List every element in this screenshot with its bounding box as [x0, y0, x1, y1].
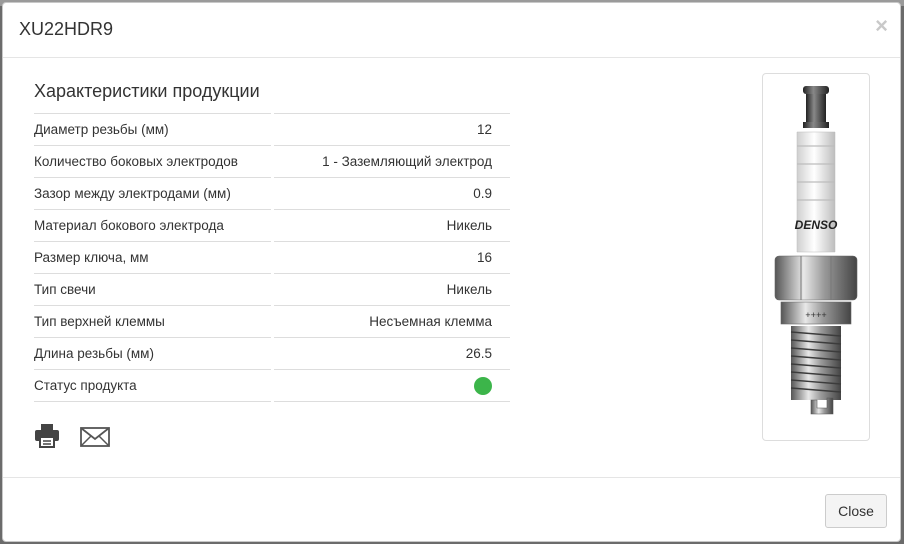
svg-text:DENSO: DENSO	[795, 218, 838, 232]
table-row: Тип свечи Никель	[34, 273, 510, 306]
modal-header: XU22HDR9 ×	[3, 3, 900, 58]
table-row: Диаметр резьбы (мм) 12	[34, 113, 510, 146]
spark-plug-image: DENSO ++++	[774, 86, 858, 415]
spec-label: Размер ключа, мм	[34, 241, 273, 274]
product-modal: XU22HDR9 × Характеристики продукции Диам…	[2, 2, 901, 542]
spec-label: Зазор между электродами (мм)	[34, 177, 273, 210]
status-indicator	[474, 376, 492, 395]
close-button[interactable]: Close	[825, 494, 887, 528]
table-row: Статус продукта	[34, 369, 510, 402]
specs-table: Диаметр резьбы (мм) 12 Количество боковы…	[34, 113, 510, 402]
section-title: Характеристики продукции	[34, 81, 260, 101]
spec-label: Длина резьбы (мм)	[34, 337, 273, 370]
spec-value: 16	[271, 241, 510, 274]
spec-value: 0.9	[271, 177, 510, 210]
spec-value: 1 - Заземляющий электрод	[271, 145, 510, 178]
table-row: Размер ключа, мм 16	[34, 241, 510, 274]
table-row: Количество боковых электродов 1 - Заземл…	[34, 145, 510, 178]
spec-label: Диаметр резьбы (мм)	[34, 113, 273, 146]
modal-title: XU22HDR9	[19, 19, 114, 39]
spec-label: Количество боковых электродов	[34, 145, 273, 178]
spec-value: 12	[271, 113, 510, 146]
spec-value: Никель	[271, 273, 510, 306]
spec-label: Тип свечи	[34, 273, 273, 306]
svg-text:++++: ++++	[805, 311, 827, 321]
product-image: DENSO ++++	[762, 73, 870, 441]
spec-label: Тип верхней клеммы	[34, 305, 273, 338]
printer-icon[interactable]	[34, 424, 60, 453]
spec-value: 26.5	[271, 337, 510, 370]
spec-label: Статус продукта	[34, 369, 273, 402]
spec-value	[271, 369, 510, 402]
table-row: Зазор между электродами (мм) 0.9	[34, 177, 510, 210]
table-row: Тип верхней клеммы Несъемная клемма	[34, 305, 510, 338]
table-row: Длина резьбы (мм) 26.5	[34, 337, 510, 370]
spec-label: Материал бокового электрода	[34, 209, 273, 242]
spec-value: Несъемная клемма	[271, 305, 510, 338]
close-icon[interactable]: ×	[875, 15, 888, 37]
table-row: Материал бокового электрода Никель	[34, 209, 510, 242]
spec-value: Никель	[271, 209, 510, 242]
envelope-icon[interactable]	[80, 427, 110, 452]
modal-footer: Close	[3, 477, 900, 541]
